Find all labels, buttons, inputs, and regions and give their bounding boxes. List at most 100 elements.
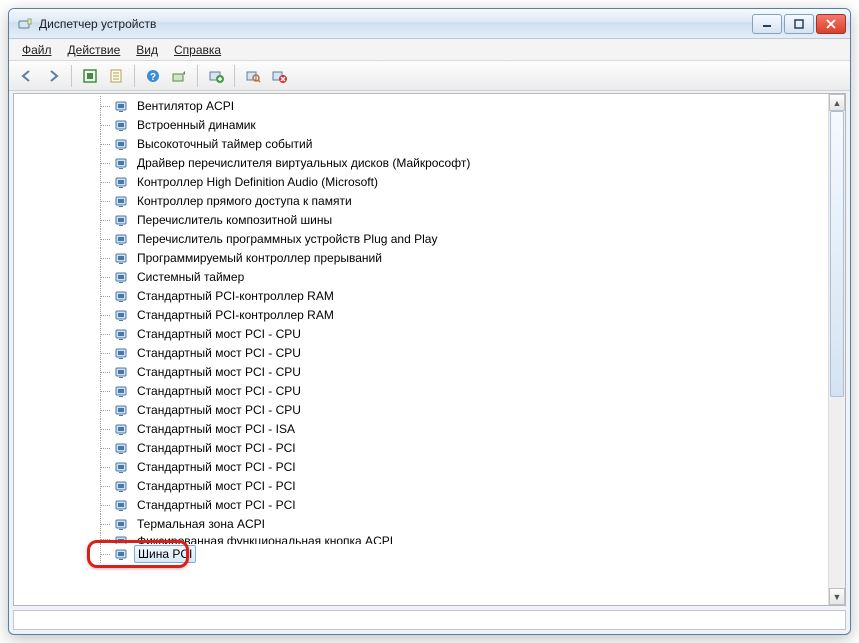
tree-connector — [94, 476, 114, 495]
device-tree-item[interactable]: Перечислитель композитной шины — [14, 210, 828, 229]
device-icon — [114, 345, 130, 361]
device-label: Стандартный мост PCI - CPU — [134, 326, 304, 342]
device-tree-item[interactable]: Вентилятор ACPI — [14, 96, 828, 115]
device-tree-item[interactable]: Стандартный мост PCI - PCI — [14, 457, 828, 476]
uninstall-button[interactable] — [204, 64, 228, 88]
device-label: Перечислитель композитной шины — [134, 212, 335, 228]
device-icon — [114, 516, 130, 532]
device-icon — [114, 231, 130, 247]
device-tree-panel: Вентилятор ACPIВстроенный динамик Высокот… — [13, 93, 846, 606]
device-icon — [114, 117, 130, 133]
device-icon — [114, 364, 130, 380]
menu-help[interactable]: Справка — [167, 41, 228, 59]
device-tree-item[interactable]: Стандартный мост PCI - CPU — [14, 400, 828, 419]
menu-view[interactable]: Вид — [129, 41, 165, 59]
device-label: Контроллер прямого доступа к памяти — [134, 193, 355, 209]
device-icon — [114, 193, 130, 209]
device-icon — [114, 212, 130, 228]
device-tree-item[interactable]: Термальная зона ACPI — [14, 514, 828, 533]
tree-connector — [94, 286, 114, 305]
tree-connector — [94, 324, 114, 343]
device-tree-item[interactable]: Стандартный мост PCI - CPU — [14, 381, 828, 400]
scroll-thumb[interactable] — [830, 111, 844, 397]
tree-connector — [94, 544, 114, 563]
toolbar: ? — [9, 61, 850, 91]
device-tree-item[interactable]: Контроллер прямого доступа к памяти — [14, 191, 828, 210]
toolbar-separator — [71, 65, 72, 87]
device-label: Контроллер High Definition Audio (Micros… — [134, 174, 381, 190]
device-tree-item[interactable]: Высокоточный таймер событий — [14, 134, 828, 153]
device-tree-item[interactable]: Драйвер перечислителя виртуальных дисков… — [14, 153, 828, 172]
toolbar-separator — [134, 65, 135, 87]
device-icon — [114, 402, 130, 418]
tree-connector — [94, 438, 114, 457]
tree-connector — [94, 134, 114, 153]
tree-connector — [94, 96, 114, 115]
update-driver-button[interactable] — [167, 64, 191, 88]
device-icon — [114, 136, 130, 152]
device-tree-item[interactable]: Стандартный мост PCI - CPU — [14, 324, 828, 343]
device-label: Стандартный мост PCI - CPU — [134, 364, 304, 380]
device-icon — [114, 326, 130, 342]
device-label: Стандартный мост PCI - PCI — [134, 478, 299, 494]
scroll-up-button[interactable]: ▲ — [829, 94, 845, 111]
device-manager-window: Диспетчер устройств Файл Действие Вид Сп… — [8, 8, 851, 635]
device-tree-item[interactable]: Фиксированная функциональная кнопка ACPI — [14, 533, 828, 544]
window-title: Диспетчер устройств — [39, 17, 752, 31]
show-hidden-button[interactable] — [78, 64, 102, 88]
device-label: Стандартный мост PCI - ISA — [134, 421, 298, 437]
device-label: Вентилятор ACPI — [134, 98, 237, 114]
menu-file[interactable]: Файл — [15, 41, 59, 59]
device-tree-item[interactable]: Стандартный мост PCI - PCI — [14, 438, 828, 457]
device-label: Термальная зона ACPI — [134, 516, 268, 532]
device-tree-item[interactable]: Перечислитель программных устройств Plug… — [14, 229, 828, 248]
properties-button[interactable] — [104, 64, 128, 88]
scroll-track[interactable] — [829, 111, 845, 588]
device-label: Стандартный мост PCI - CPU — [134, 402, 304, 418]
tree-connector — [94, 381, 114, 400]
minimize-button[interactable] — [752, 14, 782, 34]
device-tree-item[interactable]: Стандартный мост PCI - CPU — [14, 362, 828, 381]
device-tree-item[interactable]: Стандартный PCI-контроллер RAM — [14, 286, 828, 305]
device-label: Шина PCI — [134, 545, 196, 563]
device-tree-item[interactable]: Стандартный PCI-контроллер RAM — [14, 305, 828, 324]
device-tree-item[interactable]: Стандартный мост PCI - CPU — [14, 343, 828, 362]
svg-text:?: ? — [150, 72, 156, 83]
device-tree-item[interactable]: Программируемый контроллер прерываний — [14, 248, 828, 267]
status-bar — [13, 610, 846, 630]
close-button[interactable] — [816, 14, 846, 34]
forward-button[interactable] — [41, 64, 65, 88]
menu-bar: Файл Действие Вид Справка — [9, 39, 850, 61]
vertical-scrollbar[interactable]: ▲ ▼ — [828, 94, 845, 605]
menu-action[interactable]: Действие — [61, 41, 128, 59]
tree-connector — [94, 457, 114, 476]
device-label: Стандартный PCI-контроллер RAM — [134, 307, 337, 323]
device-icon — [114, 98, 130, 114]
back-button[interactable] — [15, 64, 39, 88]
device-tree-item[interactable]: Системный таймер — [14, 267, 828, 286]
device-tree-item[interactable]: Встроенный динамик — [14, 115, 828, 134]
tree-connector — [94, 248, 114, 267]
tree-connector — [94, 514, 114, 533]
device-icon — [114, 250, 130, 266]
scroll-down-button[interactable]: ▼ — [829, 588, 845, 605]
device-tree-item[interactable]: Контроллер High Definition Audio (Micros… — [14, 172, 828, 191]
help-button[interactable]: ? — [141, 64, 165, 88]
maximize-button[interactable] — [784, 14, 814, 34]
scan-hardware-button[interactable] — [241, 64, 265, 88]
tree-connector — [94, 419, 114, 438]
device-icon — [114, 421, 130, 437]
title-bar[interactable]: Диспетчер устройств — [9, 9, 850, 39]
device-label: Высокоточный таймер событий — [134, 136, 315, 152]
device-icon — [114, 269, 130, 285]
device-label: Стандартный мост PCI - PCI — [134, 440, 299, 456]
device-icon — [114, 174, 130, 190]
tree-connector — [94, 305, 114, 324]
device-icon — [114, 533, 130, 544]
disable-device-button[interactable] — [267, 64, 291, 88]
device-tree-item[interactable]: Стандартный мост PCI - PCI — [14, 495, 828, 514]
device-tree[interactable]: Вентилятор ACPIВстроенный динамик Высокот… — [14, 94, 828, 605]
device-tree-item[interactable]: Шина PCI — [14, 544, 828, 563]
device-tree-item[interactable]: Стандартный мост PCI - PCI — [14, 476, 828, 495]
device-tree-item[interactable]: Стандартный мост PCI - ISA — [14, 419, 828, 438]
